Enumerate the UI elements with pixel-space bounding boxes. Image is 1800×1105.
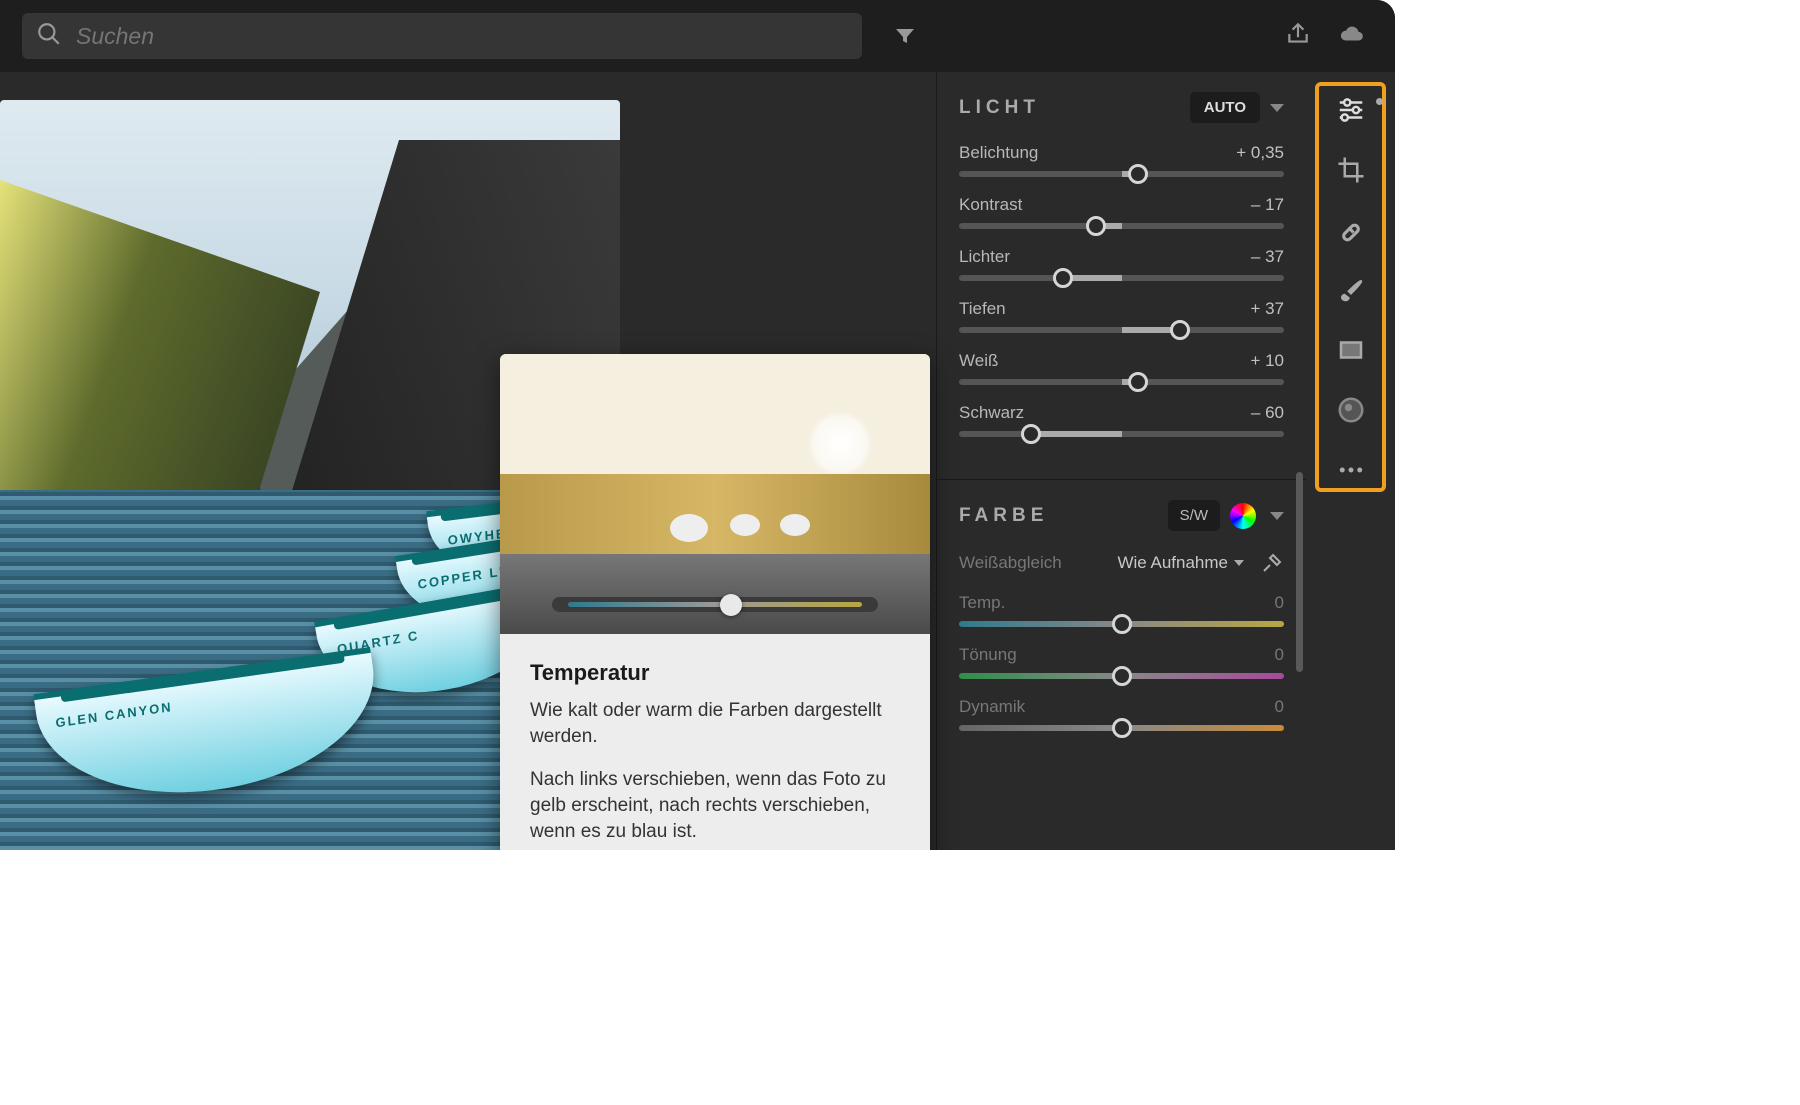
slider-label: Tiefen [959, 299, 1006, 319]
slider-label: Lichter [959, 247, 1010, 267]
slider-tiefen[interactable]: Tiefen + 37 [959, 299, 1284, 333]
slider-label: Temp. [959, 593, 1005, 613]
section-title: FARBE [959, 505, 1048, 527]
slider-value: 0 [1275, 645, 1284, 665]
section-licht: LICHT AUTO Belichtung + 0,35 Kontrast – … [937, 72, 1306, 465]
top-bar [0, 0, 1395, 72]
search-icon [36, 21, 62, 52]
auto-button[interactable]: AUTO [1190, 92, 1260, 123]
slider-schwarz[interactable]: Schwarz – 60 [959, 403, 1284, 437]
popover-slider-thumb[interactable] [720, 594, 742, 616]
slider-label: Schwarz [959, 403, 1024, 423]
slider-thumb[interactable] [1021, 424, 1041, 444]
slider-thumb[interactable] [1128, 372, 1148, 392]
search-box[interactable] [22, 13, 862, 59]
white-balance-dropdown[interactable]: Wie Aufnahme [1117, 553, 1244, 573]
slider-thumb[interactable] [1170, 320, 1190, 340]
slider-label: Kontrast [959, 195, 1022, 215]
slider-value: – 60 [1251, 403, 1284, 423]
slider-track[interactable] [959, 725, 1284, 731]
edit-panel: LICHT AUTO Belichtung + 0,35 Kontrast – … [936, 72, 1306, 850]
radial-gradient-icon[interactable] [1335, 394, 1367, 426]
share-icon[interactable] [1285, 21, 1311, 52]
popover-preview-image [500, 354, 930, 634]
slider-track[interactable] [959, 621, 1284, 627]
slider-weiß[interactable]: Weiß + 10 [959, 351, 1284, 385]
bw-toggle-button[interactable]: S/W [1168, 500, 1220, 531]
color-mixer-icon[interactable] [1230, 503, 1256, 529]
slider-value: – 17 [1251, 195, 1284, 215]
popover-temp-slider[interactable] [552, 597, 878, 612]
white-balance-label: Weißabgleich [959, 553, 1062, 573]
slider-thumb[interactable] [1053, 268, 1073, 288]
filter-button[interactable] [882, 13, 928, 59]
cloud-icon[interactable] [1339, 21, 1365, 52]
brush-icon[interactable] [1335, 274, 1367, 306]
eyedropper-icon[interactable] [1260, 551, 1284, 575]
slider-track[interactable] [959, 673, 1284, 679]
section-title: LICHT [959, 97, 1040, 119]
more-icon[interactable] [1335, 454, 1367, 486]
slider-track[interactable] [959, 379, 1284, 385]
slider-value: + 10 [1250, 351, 1284, 371]
slider-belichtung[interactable]: Belichtung + 0,35 [959, 143, 1284, 177]
section-farbe: FARBE S/W Weißabgleich Wie Aufnahme [937, 479, 1306, 759]
healing-brush-icon[interactable] [1335, 214, 1367, 246]
slider-label: Weiß [959, 351, 998, 371]
slider-label: Belichtung [959, 143, 1038, 163]
linear-gradient-icon[interactable] [1335, 334, 1367, 366]
slider-tönung[interactable]: Tönung 0 [959, 645, 1284, 679]
slider-dynamik[interactable]: Dynamik 0 [959, 697, 1284, 731]
slider-thumb[interactable] [1128, 164, 1148, 184]
slider-thumb[interactable] [1112, 666, 1132, 686]
section-collapse-icon[interactable] [1270, 104, 1284, 112]
slider-label: Dynamik [959, 697, 1025, 717]
popover-text: Nach links verschieben, wenn das Foto zu… [530, 767, 900, 844]
slider-track[interactable] [959, 275, 1284, 281]
slider-temp[interactable]: Temp. 0 [959, 593, 1284, 627]
slider-label: Tönung [959, 645, 1017, 665]
slider-value: 0 [1275, 697, 1284, 717]
slider-track[interactable] [959, 327, 1284, 333]
popover-text: Wie kalt oder warm die Farben dargestell… [530, 698, 900, 749]
popover-title: Temperatur [530, 660, 900, 686]
section-collapse-icon[interactable] [1270, 512, 1284, 520]
crop-icon[interactable] [1335, 154, 1367, 186]
slider-track[interactable] [959, 431, 1284, 437]
slider-kontrast[interactable]: Kontrast – 17 [959, 195, 1284, 229]
chevron-down-icon [1234, 560, 1244, 566]
slider-track[interactable] [959, 223, 1284, 229]
photo-canvas[interactable]: OWYHEE COPPER LEDGE F QUARTZ C GLEN CANY… [0, 72, 936, 850]
help-popover: Temperatur Wie kalt oder warm die Farben… [500, 354, 930, 850]
slider-value: + 37 [1250, 299, 1284, 319]
panel-scrollbar[interactable] [1296, 472, 1303, 672]
slider-value: – 37 [1251, 247, 1284, 267]
slider-lichter[interactable]: Lichter – 37 [959, 247, 1284, 281]
slider-thumb[interactable] [1112, 614, 1132, 634]
tool-rail [1306, 72, 1395, 850]
slider-thumb[interactable] [1112, 718, 1132, 738]
search-input[interactable] [62, 23, 848, 50]
edit-sliders-icon[interactable] [1335, 94, 1367, 126]
slider-value: 0 [1275, 593, 1284, 613]
slider-value: + 0,35 [1236, 143, 1284, 163]
slider-track[interactable] [959, 171, 1284, 177]
slider-thumb[interactable] [1086, 216, 1106, 236]
